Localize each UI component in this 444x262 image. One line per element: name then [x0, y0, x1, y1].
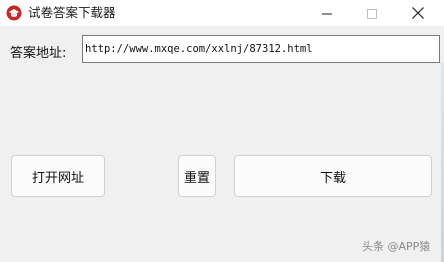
watermark-text: 头条 @APP猿: [362, 240, 431, 253]
window-title: 试卷答案下载器: [28, 5, 116, 20]
minimize-button[interactable]: [305, 0, 349, 26]
maximize-icon: [367, 4, 377, 23]
download-button[interactable]: 下载: [234, 155, 432, 197]
open-url-button[interactable]: 打开网址: [11, 155, 105, 197]
close-icon: [412, 4, 424, 23]
url-label: 答案地址:: [10, 46, 67, 61]
app-window: 试卷答案下载器 答案地址: 打开网: [0, 0, 444, 262]
minimize-icon: [322, 4, 332, 23]
url-input[interactable]: [82, 35, 440, 63]
reset-button[interactable]: 重置: [178, 155, 216, 197]
title-bar[interactable]: 试卷答案下载器: [0, 0, 444, 26]
red-cap-icon: [6, 5, 22, 21]
maximize-button[interactable]: [350, 0, 394, 26]
close-button[interactable]: [396, 0, 440, 26]
